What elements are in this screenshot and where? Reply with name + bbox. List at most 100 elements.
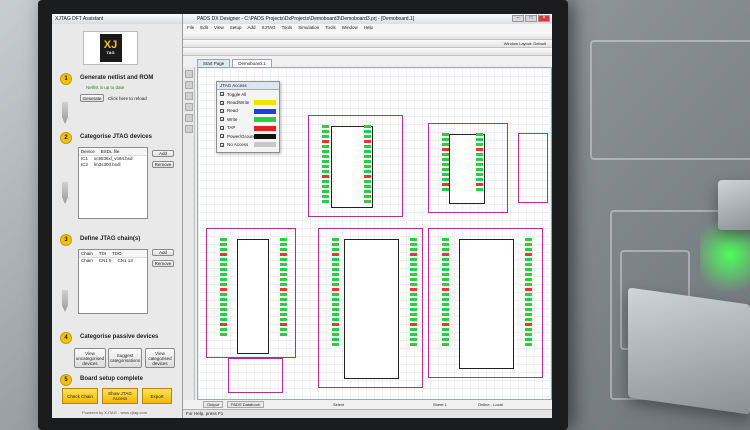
menu-item[interactable]: Tools (325, 25, 336, 31)
schematic-block[interactable] (518, 133, 548, 203)
menu-item[interactable]: View (214, 25, 224, 31)
pin-marker (332, 303, 339, 306)
remove-device-button[interactable]: Remove (152, 161, 174, 168)
pin-marker (322, 145, 329, 148)
tab-output[interactable]: Output (203, 401, 224, 408)
pin-marker (525, 243, 532, 246)
close-icon[interactable]: × (538, 15, 550, 22)
tool-icon[interactable] (185, 103, 193, 111)
menu-item[interactable]: Add (247, 25, 255, 31)
jtag-access-row[interactable]: ✓ No Access (217, 140, 279, 148)
pin-marker (220, 308, 227, 311)
pin-marker (280, 288, 287, 291)
jtag-access-row[interactable]: ✓ Write (217, 115, 279, 123)
pin-marker (332, 318, 339, 321)
pin-marker (476, 143, 483, 146)
pin-marker (322, 175, 329, 178)
schematic-block[interactable] (428, 123, 508, 213)
suggest-categorisations-button[interactable]: Suggest categorisations (108, 348, 142, 368)
jtag-access-row[interactable]: ✓ Toggle All (217, 90, 279, 98)
pin-marker (442, 168, 449, 171)
logo-main: XJ (103, 39, 118, 51)
remove-chain-button[interactable]: Remove (152, 260, 174, 267)
jtag-access-label: No Access (227, 142, 249, 148)
pin-marker (322, 135, 329, 138)
step-title: Categorise JTAG devices (80, 134, 152, 140)
pin-marker (442, 138, 449, 141)
pin-marker (332, 263, 339, 266)
pin-marker (442, 283, 449, 286)
checkbox-icon[interactable]: ✓ (220, 100, 224, 105)
menu-item[interactable]: Window (342, 25, 358, 31)
pin-marker (220, 293, 227, 296)
tool-icon[interactable] (185, 81, 193, 89)
generate-button[interactable]: Generate (80, 94, 104, 102)
pin-marker (525, 308, 532, 311)
checkbox-icon[interactable]: ✓ (220, 134, 224, 139)
jtag-access-row[interactable]: ✓ TAP (217, 124, 279, 132)
checkbox-icon[interactable]: ✓ (220, 108, 224, 113)
jtag-device-list[interactable]: Device BSDL file IC1 xc9536xl_vo64.bsd IC2… (78, 147, 148, 219)
pin-marker (220, 323, 227, 326)
menu-item[interactable]: Help (364, 25, 373, 31)
checkbox-icon[interactable]: ✓ (220, 125, 224, 130)
menu-item[interactable]: File (187, 25, 194, 31)
pin-marker (332, 293, 339, 296)
menu-item[interactable]: XJTAG (262, 25, 276, 31)
pin-marker (525, 273, 532, 276)
pin-marker (410, 298, 417, 301)
jtag-chain-list[interactable]: Chain TDI TDO Chain CN1 5 CN1 13 (78, 249, 148, 314)
menu-item[interactable]: Tools (282, 25, 293, 31)
tool-icon[interactable] (185, 114, 193, 122)
checkbox-icon[interactable]: ✓ (220, 142, 224, 147)
view-uncategorised-button[interactable]: View uncategorised devices (74, 348, 106, 368)
chip-graphic (628, 287, 750, 415)
window-layout[interactable]: Window Layout: Default (504, 41, 546, 46)
color-swatch (254, 125, 276, 131)
pin-marker (364, 175, 371, 178)
checkbox-icon[interactable]: ✓ (220, 117, 224, 122)
checkbox-icon[interactable]: ✓ (220, 92, 224, 97)
schematic-block[interactable] (228, 358, 283, 393)
maximize-icon[interactable]: □ (525, 15, 537, 22)
list-item[interactable]: Chain CN1 5 CN1 13 (79, 258, 147, 264)
pin-marker (280, 268, 287, 271)
jtag-access-row[interactable]: ✓ Read/Write (217, 98, 279, 106)
view-categorised-button[interactable]: View categorised devices (145, 348, 175, 368)
pin-marker (525, 238, 532, 241)
jtag-access-label: Power/Ground (227, 133, 257, 139)
step-title: Generate netlist and ROM (80, 75, 154, 81)
menu-item[interactable]: Edit (200, 25, 208, 31)
pin-marker (280, 323, 287, 326)
pin-marker (220, 263, 227, 266)
pin-marker (476, 168, 483, 171)
minimize-icon[interactable]: – (512, 15, 524, 22)
add-chain-button[interactable]: Add (152, 249, 174, 256)
pin-marker (525, 258, 532, 261)
tool-icon[interactable] (185, 70, 193, 78)
pin-marker (332, 268, 339, 271)
tool-icon[interactable] (185, 125, 193, 133)
pin-marker (525, 283, 532, 286)
pin-marker (220, 278, 227, 281)
pin-marker (525, 263, 532, 266)
pin-marker (442, 158, 449, 161)
menu-item[interactable]: Setup (230, 25, 242, 31)
pin-marker (280, 278, 287, 281)
show-jtag-access-button[interactable]: Show JTAG Access (102, 388, 138, 404)
menu-bar: File Edit View Setup Add XJTAG Tools Simulation… (183, 24, 552, 32)
jtag-access-row[interactable]: ✓ Power/Ground (217, 132, 279, 140)
pcb-trace (590, 40, 750, 160)
tab-databook[interactable]: PADS Databook (227, 401, 264, 408)
window-controls: – □ × (512, 15, 550, 22)
list-item[interactable]: IC2 lm3s300.bsdl (79, 162, 147, 168)
tool-icon[interactable] (185, 92, 193, 100)
menu-item[interactable]: Simulation (298, 25, 319, 31)
jtag-access-row[interactable]: ✓ Read (217, 107, 279, 115)
pin-marker (220, 238, 227, 241)
jtag-access-label: TAP (227, 125, 236, 131)
add-device-button[interactable]: Add (152, 150, 174, 157)
screen: XJTAG DFT Assistant XJ TAG 1 Generate net… (52, 14, 552, 418)
export-button[interactable]: Export (142, 388, 172, 404)
check-chain-button[interactable]: Check Chain (62, 388, 98, 404)
